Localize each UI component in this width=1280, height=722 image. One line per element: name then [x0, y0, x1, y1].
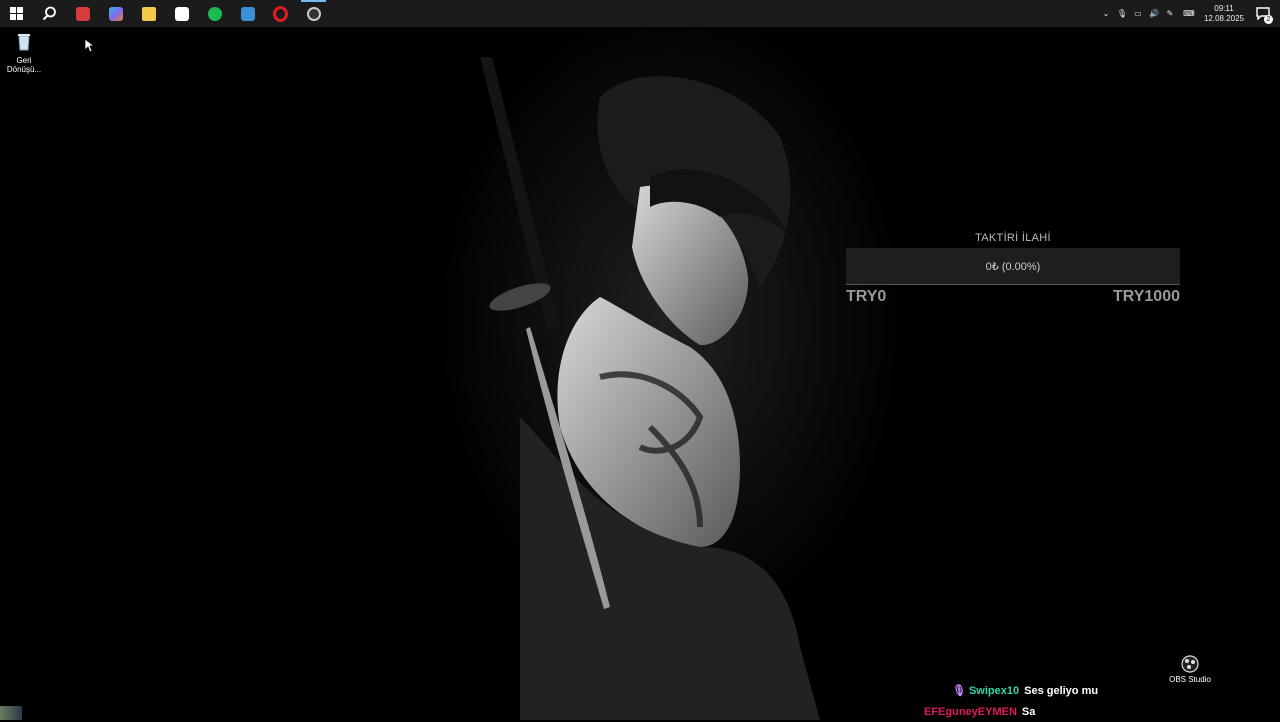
- taskbar-app-store[interactable]: [165, 0, 198, 27]
- chat-overlay: 🎙 Swipex10 Ses geliyo mu EFEguneyEYMEN S…: [922, 680, 1162, 722]
- obs-icon: [1181, 655, 1199, 673]
- pen-icon[interactable]: ✎: [1162, 0, 1178, 27]
- obs-app-icon: [306, 6, 321, 21]
- chat-text: Ses geliyo mu: [1024, 684, 1099, 697]
- chat-badge-icon: 🎙: [952, 685, 966, 697]
- donation-goal-widget: TAKTİRİ İLAHİ 0₺ (0.00%) TRY0 TRY1000: [846, 232, 1180, 306]
- chat-username: Swipex10: [968, 684, 1020, 697]
- taskbar-app-file-explorer[interactable]: [132, 0, 165, 27]
- donation-range: TRY0 TRY1000: [846, 288, 1180, 306]
- microphone-icon[interactable]: 🎙: [1114, 0, 1130, 27]
- store-icon: [174, 6, 189, 21]
- system-tray: ⌄ 🎙 ▭ 🔊 ✎ ⌨ 09:11 12.08.2025 2: [1098, 0, 1280, 27]
- recycle-bin-label-line2: Dönüşü...: [6, 65, 42, 74]
- desktop-wallpaper: [0, 27, 1280, 720]
- recycle-bin-label-line1: Geri: [16, 56, 32, 65]
- taskbar-app-opera[interactable]: [264, 0, 297, 27]
- notification-count-badge: 2: [1264, 15, 1273, 24]
- start-button[interactable]: [0, 0, 33, 27]
- chat-text: Sa: [1021, 705, 1036, 718]
- taskbar: ⌄ 🎙 ▭ 🔊 ✎ ⌨ 09:11 12.08.2025 2: [0, 0, 1280, 27]
- notification-center-button[interactable]: 2: [1252, 0, 1274, 27]
- mouse-cursor-icon: [84, 38, 94, 53]
- obs-studio-desktop-icon[interactable]: OBS Studio: [1166, 655, 1214, 684]
- donation-progress-text: 0₺ (0.00%): [985, 260, 1041, 273]
- chevron-up-icon: ⌄: [1102, 9, 1110, 18]
- mail-icon: [240, 6, 255, 21]
- keyboard-icon[interactable]: ⌨: [1178, 0, 1200, 27]
- office-app-icon: [75, 6, 90, 21]
- file-explorer-icon: [141, 6, 156, 21]
- clock-date: 12.08.2025: [1203, 13, 1244, 23]
- recycle-bin-icon: [18, 34, 30, 51]
- taskbar-app-office[interactable]: [66, 0, 99, 27]
- search-icon: [42, 6, 56, 21]
- start-icon: [10, 7, 23, 20]
- recycle-bin-desktop-icon[interactable]: Geri Dönüşü...: [1, 32, 47, 74]
- show-hidden-icons-button[interactable]: ⌄: [1098, 0, 1114, 27]
- taskbar-apps: [0, 0, 330, 27]
- copilot-icon: [108, 6, 123, 21]
- donation-title: TAKTİRİ İLAHİ: [975, 232, 1051, 244]
- taskbar-app-obs[interactable]: [297, 0, 330, 27]
- donation-min-label: TRY0: [846, 288, 887, 305]
- donation-max-label: TRY1000: [1113, 288, 1180, 305]
- obs-label: OBS Studio: [1169, 675, 1211, 684]
- taskbar-app-copilot[interactable]: [99, 0, 132, 27]
- taskbar-app-spotify[interactable]: [198, 0, 231, 27]
- network-icon[interactable]: ▭: [1130, 0, 1146, 27]
- chat-username: EFEguneyEYMEN: [924, 705, 1017, 718]
- search-button[interactable]: [33, 0, 66, 27]
- opera-icon: [273, 5, 288, 22]
- volume-icon[interactable]: 🔊: [1146, 0, 1162, 27]
- donation-progress-bar: 0₺ (0.00%): [846, 248, 1180, 285]
- corner-thumbnail: [0, 706, 22, 720]
- chat-message: 🎙 Swipex10 Ses geliyo mu: [922, 680, 1162, 701]
- taskbar-clock[interactable]: 09:11 12.08.2025: [1204, 4, 1244, 24]
- chat-message: EFEguneyEYMEN Sa: [922, 701, 1162, 722]
- taskbar-app-mail[interactable]: [231, 0, 264, 27]
- clock-time: 09:11: [1214, 3, 1234, 13]
- spotify-icon: [207, 6, 222, 21]
